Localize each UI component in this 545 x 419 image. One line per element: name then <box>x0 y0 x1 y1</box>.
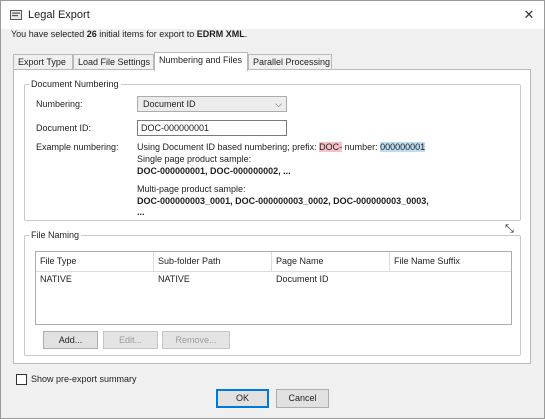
numbering-select[interactable]: Document ID ⌵ <box>137 96 287 112</box>
column-header-subfolder-path[interactable]: Sub-folder Path <box>154 252 272 272</box>
resize-cursor-icon: ⤡ <box>505 223 514 235</box>
example-numbering-label: Example numbering: <box>36 142 119 152</box>
column-header-file-type[interactable]: File Type <box>36 252 154 272</box>
summary-middle: initial items for export to <box>96 29 197 39</box>
multi-page-sample-label: Multi-page product sample: <box>137 184 246 194</box>
numbering-and-files-panel: Document Numbering Numbering: Document I… <box>13 69 531 364</box>
example-numbering-line: Using Document ID based numbering; prefi… <box>137 142 426 152</box>
chevron-down-icon: ⌵ <box>275 99 282 109</box>
summary-prefix: You have selected <box>11 29 87 39</box>
tab-load-file-settings[interactable]: Load File Settings <box>73 54 154 70</box>
file-naming-group: File Naming File Type Sub-folder Path Pa… <box>24 230 521 356</box>
file-naming-legend: File Naming <box>29 230 82 241</box>
example-prefix: DOC- <box>319 142 343 152</box>
document-numbering-legend: Document Numbering <box>29 79 121 90</box>
add-button[interactable]: Add... <box>43 331 98 349</box>
document-id-field[interactable]: DOC-000000001 <box>137 120 287 136</box>
summary-export-target: EDRM XML <box>196 29 245 39</box>
tab-export-type[interactable]: Export Type <box>13 54 73 70</box>
numbering-label: Numbering: <box>36 99 83 109</box>
example-number: 000000001 <box>380 142 426 152</box>
multi-page-sample: DOC-000000003_0001, DOC-000000003_0002, … <box>137 196 429 206</box>
column-header-file-name-suffix[interactable]: File Name Suffix <box>390 252 511 272</box>
ok-button[interactable]: OK <box>216 389 269 408</box>
window-title: Legal Export <box>28 9 90 21</box>
example-number-label: number: <box>342 142 381 152</box>
remove-button[interactable]: Remove... <box>162 331 230 349</box>
document-id-label: Document ID: <box>36 123 92 133</box>
file-naming-table[interactable]: File Type Sub-folder Path Page Name File… <box>35 251 512 325</box>
edit-button[interactable]: Edit... <box>103 331 158 349</box>
multi-page-sample-continued: ... <box>137 207 145 217</box>
tab-parallel-processing[interactable]: Parallel Processing <box>248 54 332 70</box>
legal-export-dialog: Legal Export ✕ You have selected 26 init… <box>0 0 545 419</box>
cell-subfolder-path: NATIVE <box>158 274 190 284</box>
show-pre-export-summary-label[interactable]: Show pre-export summary <box>31 374 137 384</box>
title-bar: Legal Export ✕ <box>1 1 544 29</box>
show-pre-export-summary-checkbox[interactable] <box>16 374 27 385</box>
cancel-button[interactable]: Cancel <box>276 389 329 408</box>
close-icon[interactable]: ✕ <box>519 5 539 25</box>
summary-item-count: 26 <box>86 29 97 39</box>
single-page-sample-label: Single page product sample: <box>137 154 252 164</box>
column-header-page-name[interactable]: Page Name <box>272 252 390 272</box>
document-numbering-group: Document Numbering Numbering: Document I… <box>24 79 521 221</box>
export-summary-text: You have selected 26 initial items for e… <box>11 29 247 39</box>
single-page-sample: DOC-000000001, DOC-000000002, ... <box>137 166 291 176</box>
cell-file-type: NATIVE <box>40 274 72 284</box>
tab-numbering-and-files[interactable]: Numbering and Files <box>154 52 248 71</box>
summary-suffix: . <box>244 29 248 39</box>
cell-page-name: Document ID <box>276 274 329 284</box>
numbering-select-value: Document ID <box>143 99 196 109</box>
cell-file-name-suffix <box>390 272 511 287</box>
example-intro: Using Document ID based numbering; prefi… <box>137 142 320 152</box>
legal-export-app-icon <box>10 10 22 20</box>
